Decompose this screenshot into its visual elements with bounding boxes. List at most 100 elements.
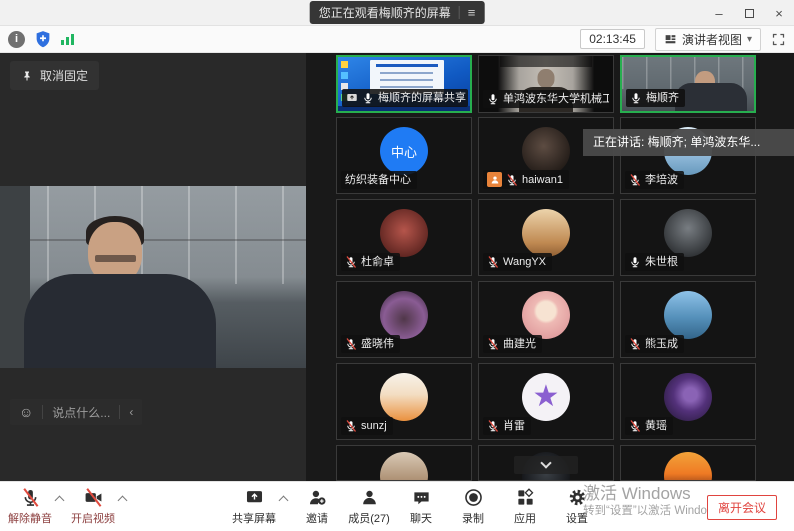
mic-on-icon	[362, 92, 374, 104]
share-options-chevron-icon[interactable]	[279, 495, 289, 505]
chevron-down-icon: ▾	[747, 34, 752, 45]
participant-grid: 梅顺齐的屏幕共享 单鸿波东华大学机械工程... 梅顺齐 中心	[336, 53, 756, 481]
camera-off-icon	[84, 488, 103, 507]
collapse-chat-icon[interactable]: ‹	[129, 405, 133, 419]
meeting-control-bar: 激活 Windows 转到“设置”以激活 Windows。 解除静音 开启视频 …	[0, 481, 794, 531]
window-controls: – ×	[704, 0, 794, 26]
mic-muted-icon	[506, 174, 518, 186]
video-tile[interactable]: 黄瑶	[620, 363, 756, 440]
participant-name: 梅顺齐的屏幕共享	[378, 91, 466, 105]
share-screen-button[interactable]: 共享屏幕	[228, 488, 280, 526]
chevron-down-icon	[540, 457, 551, 468]
participant-role-badge-icon	[487, 172, 502, 187]
record-label: 录制	[462, 510, 484, 526]
security-shield-icon[interactable]	[34, 30, 52, 48]
fullscreen-button[interactable]	[771, 32, 786, 47]
video-tile[interactable]	[478, 445, 614, 481]
pinned-speaker-video[interactable]	[0, 186, 306, 368]
pinned-video-panel: 取消固定 ☺ 说点什么... ‹ ›	[0, 53, 306, 481]
mic-muted-icon	[487, 256, 499, 268]
avatar-text: 中心	[391, 142, 417, 161]
participant-label: sunzj	[341, 417, 393, 435]
participant-label: 朱世根	[625, 253, 684, 271]
participant-name: 杜俞卓	[361, 255, 394, 269]
network-signal-icon[interactable]	[61, 33, 74, 45]
minimize-button[interactable]: –	[704, 0, 734, 26]
video-tile[interactable]: 朱世根	[620, 199, 756, 276]
avatar	[664, 209, 712, 257]
avatar	[380, 291, 428, 339]
share-screen-label: 共享屏幕	[232, 510, 276, 526]
participant-name: sunzj	[361, 419, 387, 433]
panel-expand-handle[interactable]: ›	[300, 264, 304, 279]
star-avatar-icon: ★	[533, 382, 560, 412]
apps-button[interactable]: 应用	[499, 488, 551, 526]
avatar	[380, 209, 428, 257]
record-button[interactable]: 录制	[447, 488, 499, 526]
avatar	[664, 291, 712, 339]
video-tile[interactable]	[336, 445, 472, 481]
maximize-button[interactable]	[734, 0, 764, 26]
video-options-chevron-icon[interactable]	[118, 495, 128, 505]
window-title-bar: 您正在观看梅顺齐的屏幕 ≡ – ×	[0, 0, 794, 26]
unpin-button[interactable]: 取消固定	[10, 61, 99, 90]
emoji-icon[interactable]: ☺	[19, 404, 33, 420]
avatar	[522, 209, 570, 257]
video-tile-screenshare[interactable]: 梅顺齐的屏幕共享	[336, 55, 472, 113]
video-tile[interactable]	[620, 445, 756, 481]
mic-on-icon	[629, 256, 641, 268]
pin-icon	[21, 70, 33, 82]
unmute-button[interactable]: 解除静音	[4, 488, 56, 526]
mic-muted-icon	[487, 338, 499, 350]
video-tile[interactable]: 盛晓伟	[336, 281, 472, 358]
participant-name: 盛晓伟	[361, 337, 394, 351]
mic-muted-icon	[487, 420, 499, 432]
avatar: ★	[522, 373, 570, 421]
apps-label: 应用	[514, 510, 536, 526]
video-tile[interactable]: 曲建光	[478, 281, 614, 358]
scroll-down-button[interactable]	[514, 456, 578, 474]
participant-name: 黄瑶	[645, 419, 667, 433]
mic-on-icon	[487, 93, 499, 105]
view-mode-button[interactable]: 演讲者视图 ▾	[655, 28, 761, 51]
audio-video-controls: 解除静音 开启视频	[4, 482, 130, 531]
members-label: 成员(27)	[348, 510, 390, 526]
meeting-timer: 02:13:45	[580, 29, 645, 49]
avatar	[522, 291, 570, 339]
video-tile[interactable]: 杜俞卓	[336, 199, 472, 276]
share-screen-icon	[245, 488, 264, 507]
mic-muted-icon	[629, 420, 641, 432]
video-tile[interactable]: ★ 肖雷	[478, 363, 614, 440]
participant-name: haiwan1	[522, 173, 563, 187]
avatar: 中心	[380, 127, 428, 175]
participant-label: 盛晓伟	[341, 335, 400, 353]
video-tile[interactable]: sunzj	[336, 363, 472, 440]
chat-placeholder: 说点什么...	[52, 404, 110, 421]
video-background	[0, 186, 306, 284]
apps-icon	[516, 488, 535, 507]
chat-button[interactable]: 聊天	[395, 488, 447, 526]
video-tile-active-speaker[interactable]: 梅顺齐	[620, 55, 756, 113]
maximize-icon	[745, 9, 754, 18]
video-tile[interactable]: 单鸿波东华大学机械工程...	[478, 55, 614, 113]
leave-meeting-button[interactable]: 离开会议	[707, 495, 777, 520]
audio-options-chevron-icon[interactable]	[55, 495, 65, 505]
start-video-button[interactable]: 开启视频	[67, 488, 119, 526]
banner-menu-icon[interactable]: ≡	[468, 5, 476, 20]
top-bar-right: 02:13:45 演讲者视图 ▾	[580, 28, 786, 51]
video-tile[interactable]: 熊玉成	[620, 281, 756, 358]
members-button[interactable]: 成员(27)	[343, 488, 395, 526]
quick-chat-input[interactable]: ☺ 说点什么... ‹	[10, 399, 142, 425]
video-tile[interactable]: WangYX	[478, 199, 614, 276]
watching-screen-banner: 您正在观看梅顺齐的屏幕 ≡	[310, 1, 485, 24]
meeting-info-icon[interactable]: i	[8, 31, 25, 48]
participant-name: 纺织装备中心	[345, 173, 411, 187]
participant-name: 肖雷	[503, 419, 525, 433]
close-button[interactable]: ×	[764, 0, 794, 26]
invite-button[interactable]: 邀请	[291, 488, 343, 526]
invite-label: 邀请	[306, 510, 328, 526]
mic-muted-icon	[629, 174, 641, 186]
record-icon	[464, 488, 483, 507]
participant-name: WangYX	[503, 255, 546, 269]
video-tile[interactable]: 中心 纺织装备中心	[336, 117, 472, 194]
